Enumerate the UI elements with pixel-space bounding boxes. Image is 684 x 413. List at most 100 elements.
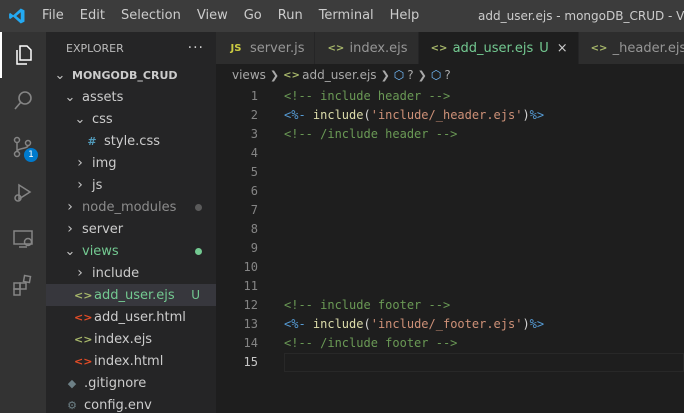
tree-file[interactable]: <> index.html: [46, 350, 216, 372]
chevron-right-icon: ›: [77, 155, 83, 171]
line-number: 8: [250, 222, 258, 236]
code-line[interactable]: 1 <!-- include header -->: [216, 87, 684, 106]
code-line[interactable]: 5: [216, 163, 684, 182]
code-line[interactable]: 12 <!-- include footer -->: [216, 296, 684, 315]
breadcrumb-file[interactable]: add_user.ejs: [302, 68, 376, 82]
tree-file[interactable]: ⚙ config.env: [46, 394, 216, 413]
code-line[interactable]: 9: [216, 239, 684, 258]
tree-file[interactable]: # style.css: [46, 130, 216, 152]
code-line[interactable]: 15: [216, 353, 684, 372]
css-file-icon: #: [87, 134, 97, 148]
ejs-file-icon: <>: [430, 42, 448, 54]
tab-label: add_user.ejs: [452, 40, 534, 56]
code-line[interactable]: 11: [216, 277, 684, 296]
tab-add-user-ejs[interactable]: <> add_user.ejs U ×: [418, 32, 579, 64]
breadcrumb-separator-icon: ❯: [380, 68, 390, 82]
menu-terminal[interactable]: Terminal: [311, 0, 382, 32]
tree-folder[interactable]: › img: [46, 152, 216, 174]
tree-item-label: MONGODB_CRUD: [72, 68, 178, 82]
code-line[interactable]: 6: [216, 182, 684, 201]
explorer-icon[interactable]: [0, 32, 46, 78]
code-text: <%- include('include/_footer.ejs')%>: [284, 315, 544, 334]
tree-item-label: add_user.html: [94, 309, 186, 325]
tree-item-label: index.ejs: [94, 331, 153, 347]
tree-item-label: include: [92, 265, 140, 281]
extensions-icon[interactable]: [0, 262, 46, 308]
menu-run[interactable]: Run: [270, 0, 311, 32]
code-text: <!-- /include header -->: [284, 125, 457, 144]
line-number: 10: [243, 260, 258, 274]
remote-explorer-icon[interactable]: [0, 216, 46, 262]
activity-bar: 1: [0, 32, 46, 413]
menu-view[interactable]: View: [189, 0, 236, 32]
tree-folder[interactable]: ⌄ views: [46, 240, 216, 262]
menu-go[interactable]: Go: [236, 0, 270, 32]
code-token: %>: [529, 108, 545, 122]
code-line[interactable]: 10: [216, 258, 684, 277]
chevron-down-icon: ⌄: [64, 243, 76, 259]
code-token: ): [522, 108, 530, 122]
code-line[interactable]: 3 <!-- /include header -->: [216, 125, 684, 144]
tree-folder[interactable]: › include: [46, 262, 216, 284]
menu-selection[interactable]: Selection: [113, 0, 189, 32]
tree-file[interactable]: ◆ .gitignore: [46, 372, 216, 394]
line-number: 6: [250, 184, 258, 198]
tab-server-js[interactable]: JS server.js: [216, 32, 316, 64]
tree-folder[interactable]: ⌄ css: [46, 108, 216, 130]
source-control-badge: 1: [24, 148, 38, 162]
tree-folder[interactable]: ⌄ assets: [46, 86, 216, 108]
git-decoration-dot: [195, 247, 202, 255]
line-number: 11: [243, 279, 258, 293]
code-text: <%- include('include/_header.ejs')%>: [284, 106, 544, 125]
tree-folder[interactable]: › node_modules: [46, 196, 216, 218]
code-line[interactable]: 4: [216, 144, 684, 163]
chevron-right-icon: ›: [77, 265, 83, 281]
menu-help[interactable]: Help: [382, 0, 428, 32]
chevron-right-icon: ›: [67, 221, 73, 237]
line-number: 3: [250, 127, 258, 141]
tree-folder[interactable]: › js: [46, 174, 216, 196]
tree-folder[interactable]: › server: [46, 218, 216, 240]
tree-file[interactable]: <> add_user.ejs U: [46, 284, 216, 306]
breadcrumb-symbol-1[interactable]: ?: [407, 68, 413, 82]
code-token: <!-- include footer -->: [284, 298, 451, 312]
tree-folder[interactable]: ⌄ MONGODB_CRUD: [46, 64, 216, 86]
tab-index-ejs[interactable]: <> index.ejs: [315, 32, 419, 64]
code-line[interactable]: 7: [216, 201, 684, 220]
line-number: 5: [250, 165, 258, 179]
tab-label: _header.ejs: [612, 40, 684, 56]
menu-edit[interactable]: Edit: [72, 0, 113, 32]
tab--header-ejs[interactable]: <> _header.ejs: [578, 32, 684, 64]
git-status-badge: U: [191, 288, 200, 302]
code-token: include: [312, 317, 364, 331]
breadcrumb: views ❯ <> add_user.ejs ❯ ⬡ ? ❯ ⬡ ?: [216, 64, 684, 86]
code-line[interactable]: 13 <%- include('include/_footer.ejs')%>: [216, 315, 684, 334]
code-token: 'include/_header.ejs': [370, 108, 523, 122]
breadcrumb-symbol-2[interactable]: ?: [444, 68, 450, 82]
html-file-icon: <>: [74, 354, 93, 368]
ejs-file-icon: <>: [74, 332, 93, 346]
explorer-title: EXPLORER: [66, 41, 124, 55]
code-editor[interactable]: 1 <!-- include header --> 2 <%- include('in…: [216, 86, 684, 413]
search-icon[interactable]: [0, 78, 46, 124]
breadcrumb-folder[interactable]: views: [232, 68, 266, 82]
close-icon[interactable]: ×: [557, 41, 568, 56]
code-text: <!-- include footer -->: [284, 296, 450, 315]
run-debug-icon[interactable]: [0, 170, 46, 216]
menu-file[interactable]: File: [34, 0, 72, 32]
tree-file[interactable]: <> add_user.html: [46, 306, 216, 328]
more-actions-icon[interactable]: ···: [188, 40, 204, 56]
tree-item-label: js: [92, 177, 103, 193]
line-number: 15: [243, 355, 258, 369]
gitignore-file-icon: ◆: [67, 376, 77, 390]
source-control-icon[interactable]: 1: [0, 124, 46, 170]
code-token: <%-: [284, 317, 313, 331]
code-token: include: [312, 108, 364, 122]
tab-label: index.ejs: [349, 40, 408, 56]
tree-file[interactable]: <> index.ejs: [46, 328, 216, 350]
code-line[interactable]: 2 <%- include('include/_header.ejs')%>: [216, 106, 684, 125]
code-line[interactable]: 14 <!-- /include footer -->: [216, 334, 684, 353]
code-line[interactable]: 8: [216, 220, 684, 239]
tree-item-label: add_user.ejs: [94, 287, 175, 303]
code-token: (: [363, 108, 371, 122]
